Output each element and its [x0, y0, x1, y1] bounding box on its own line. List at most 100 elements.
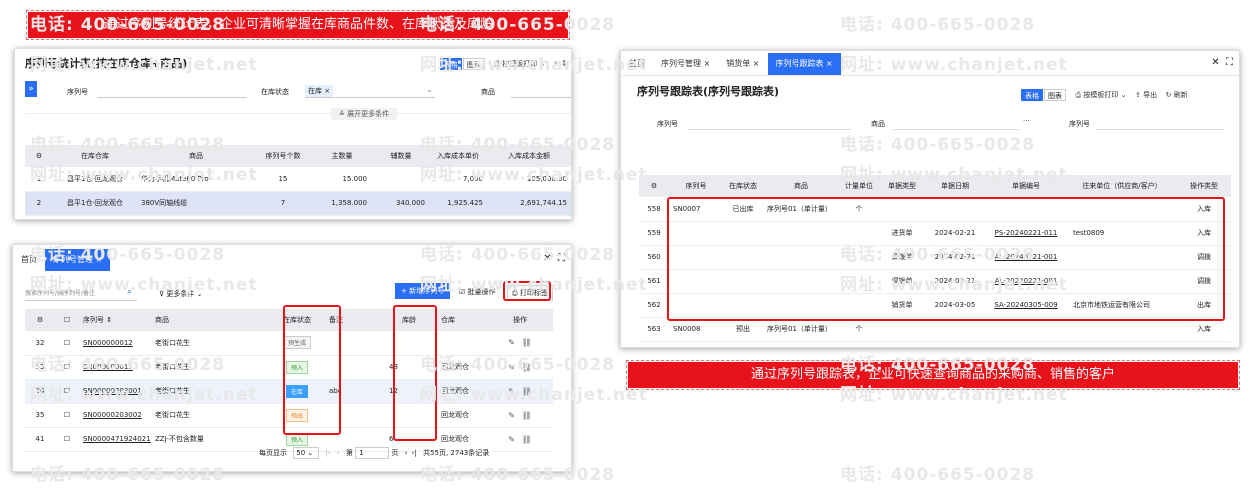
refresh-button[interactable]: ↻ 刷新 — [1166, 90, 1188, 100]
col-goods: 商品 — [137, 145, 255, 167]
right-banner: 通过序列号跟踪表，企业可快速查询商品的采购商、销售的客户 — [626, 360, 1240, 390]
settings-icon[interactable]: ⚙ — [25, 145, 53, 167]
close-icon[interactable]: ✕ — [1211, 57, 1219, 68]
select-all-checkbox[interactable]: ☐ — [55, 309, 79, 331]
col-op-type: 操作类型 — [1177, 175, 1231, 197]
col-status: 在库状态 — [723, 175, 763, 197]
settings-icon[interactable]: ⚙ — [25, 309, 55, 331]
export-icon: ⇪ — [1135, 91, 1144, 99]
batch-operation-button[interactable]: ☑ 批量操作 — [459, 287, 496, 297]
template-print-button[interactable]: ⎙ 按模板打印 ⌄ — [494, 59, 545, 69]
serial-link[interactable]: SN00000203002 — [79, 403, 151, 428]
table-row[interactable]: 1 昌平1仓-回龙观仓 华为手机Mate60 Pro 15 15.000 7,0… — [25, 167, 571, 192]
row-checkbox[interactable]: ☐ — [55, 403, 79, 428]
fullscreen-icon[interactable]: ⛶ — [558, 253, 565, 264]
link-icon[interactable]: ⛓ — [522, 411, 532, 420]
export-button[interactable]: ↻ 导 — [554, 59, 569, 69]
first-page-icon[interactable]: |‹ — [325, 449, 330, 457]
more-filters-icon[interactable]: ··· — [1023, 117, 1030, 125]
export-button[interactable]: ⇪ 导出 — [1135, 90, 1157, 100]
goods-filter-input[interactable] — [511, 97, 571, 98]
tab-bar: 首页 序列号管理 × 销货单 × 序列号跟踪表 × — [621, 53, 841, 75]
page-title: 序列号统计表(按在库仓库+商品) — [25, 57, 188, 70]
fullscreen-icon[interactable]: ⛶ — [1226, 57, 1233, 68]
col-goods: 商品 — [151, 309, 269, 331]
link-icon[interactable]: ⛓ — [522, 363, 532, 372]
table-row[interactable]: 2 昌平1仓-回龙观仓 380V同轴线缆 7 1,358.000 340.000… — [25, 191, 571, 216]
highlight-age-column — [393, 305, 437, 441]
link-icon[interactable]: ⛓ — [522, 435, 532, 444]
serial-filter-input-2[interactable] — [1095, 129, 1225, 130]
window-controls: ✕ ⛶ — [543, 253, 565, 264]
col-unit-cost: 入库成本单价 — [429, 145, 487, 167]
page-title: 序列号跟踪表(序列号跟踪表) — [637, 85, 780, 98]
table-view-button[interactable]: 表格 — [439, 58, 462, 70]
col-warehouse: 仓库 — [437, 309, 487, 331]
chart-view-button[interactable]: 图表 — [1044, 89, 1066, 101]
serial-link[interactable]: SN000047192402100 — [79, 427, 151, 452]
col-doc-type: 单据类型 — [879, 175, 925, 197]
serial-tracking-panel: 首页 序列号管理 × 销货单 × 序列号跟踪表 × ✕ ⛶ 序列号跟踪表(序列号跟踪表… — [620, 50, 1240, 348]
col-goods: 商品 — [763, 175, 839, 197]
search-input[interactable]: 搜索序列号/辅序列号/备注 — [25, 287, 137, 301]
edit-icon[interactable]: ✎ — [508, 387, 515, 396]
tab-sales-order[interactable]: 销货单 × — [718, 53, 767, 75]
left-banner: 通过序列号统计表，企业可清晰掌握在库商品件数、在库状态及库龄 — [26, 10, 570, 40]
collapse-toggle-button[interactable]: » — [25, 81, 37, 97]
col-cost-amount: 入库成本金额 — [487, 145, 571, 167]
close-icon[interactable]: ✕ — [543, 253, 551, 264]
row-checkbox[interactable]: ☐ — [55, 379, 79, 404]
more-conditions-button[interactable]: ⊽ 更多条件 ⌄ — [159, 289, 202, 299]
table-view-button[interactable]: 表格 — [1021, 89, 1043, 101]
next-page-icon[interactable]: › — [405, 449, 408, 457]
prev-page-icon[interactable]: ‹ — [337, 449, 340, 457]
edit-icon[interactable]: ✎ — [508, 435, 515, 444]
serial-filter-input[interactable] — [97, 97, 247, 98]
serial-filter-input[interactable] — [687, 129, 851, 130]
row-checkbox[interactable]: ☐ — [55, 427, 79, 452]
status-filter-label: 在库状态 — [261, 88, 289, 96]
highlight-tracking-rows — [667, 197, 1225, 321]
serial-link[interactable]: SN00000203001 — [79, 379, 151, 404]
settings-icon[interactable]: ⚙ — [639, 175, 669, 197]
serial-link[interactable]: SN000000012 — [79, 331, 151, 356]
chart-view-button[interactable]: 图表 — [462, 58, 485, 70]
row-checkbox[interactable]: ☐ — [55, 331, 79, 356]
page-number-input[interactable]: 1 — [355, 447, 390, 459]
serial-filter-label: 序列号 — [67, 88, 88, 96]
window-controls: ✕ ⛶ — [1211, 57, 1233, 68]
highlight-status-column — [283, 305, 341, 435]
status-filter-select[interactable]: 在库 × ⌄ — [305, 83, 435, 98]
sort-icon: ⇕ — [106, 316, 113, 324]
page-size-select[interactable]: 50 ⌄ — [293, 447, 320, 459]
col-serial-count: 序列号个数 — [255, 145, 311, 167]
col-serial: 序列号 — [669, 175, 723, 197]
tab-home[interactable]: 首页 — [621, 53, 653, 75]
serial-statistics-panel: 序列号统计表(按在库仓库+商品) 表格 图表 ⎙ 按模板打印 ⌄ ↻ 导 » 序列… — [14, 48, 572, 220]
tab-serial-management[interactable]: 序列号管理 × — [653, 53, 718, 75]
row-checkbox[interactable]: ☐ — [55, 355, 79, 380]
search-icon[interactable]: ⌕ — [127, 287, 132, 297]
tab-home[interactable]: 首页 — [13, 249, 45, 271]
goods-filter-input[interactable] — [893, 129, 1019, 130]
edit-icon[interactable]: ✎ — [508, 411, 515, 420]
goods-filter-label: 商品 — [481, 88, 495, 96]
add-serial-button[interactable]: + 新增序列号 — [395, 283, 451, 299]
edit-icon[interactable]: ✎ — [508, 363, 515, 372]
last-page-icon[interactable]: ›| — [412, 449, 417, 457]
col-main-qty: 主数量 — [311, 145, 373, 167]
toolbar: 表格 图表 ⎙ 按模板打印 ⌄ ↻ 导 — [439, 58, 569, 70]
goods-filter-label: 商品 — [871, 120, 885, 128]
watermark: 电话: 400-665-0028 — [840, 465, 1036, 485]
col-serial[interactable]: 序列号 ⇕ — [79, 309, 151, 331]
tab-serial-management[interactable]: 序列号管理 × — [45, 249, 111, 271]
col-doc-date: 单据日期 — [925, 175, 985, 197]
serial-link[interactable]: SN000000015 — [79, 355, 151, 380]
edit-icon[interactable]: ✎ — [508, 338, 515, 347]
serial-management-panel: 首页 序列号管理 × ✕ ⛶ 搜索序列号/辅序列号/备注 ⌕ ⊽ 更多条件 ⌄ +… — [12, 244, 572, 472]
link-icon[interactable]: ⛓ — [522, 338, 532, 347]
template-print-button[interactable]: ⎙ 按模板打印 ⌄ — [1076, 90, 1127, 100]
tab-serial-tracking[interactable]: 序列号跟踪表 × — [767, 53, 841, 75]
expand-conditions-button[interactable]: ≚ 展开更多条件 — [331, 108, 398, 120]
link-icon[interactable]: ⛓ — [522, 387, 532, 396]
